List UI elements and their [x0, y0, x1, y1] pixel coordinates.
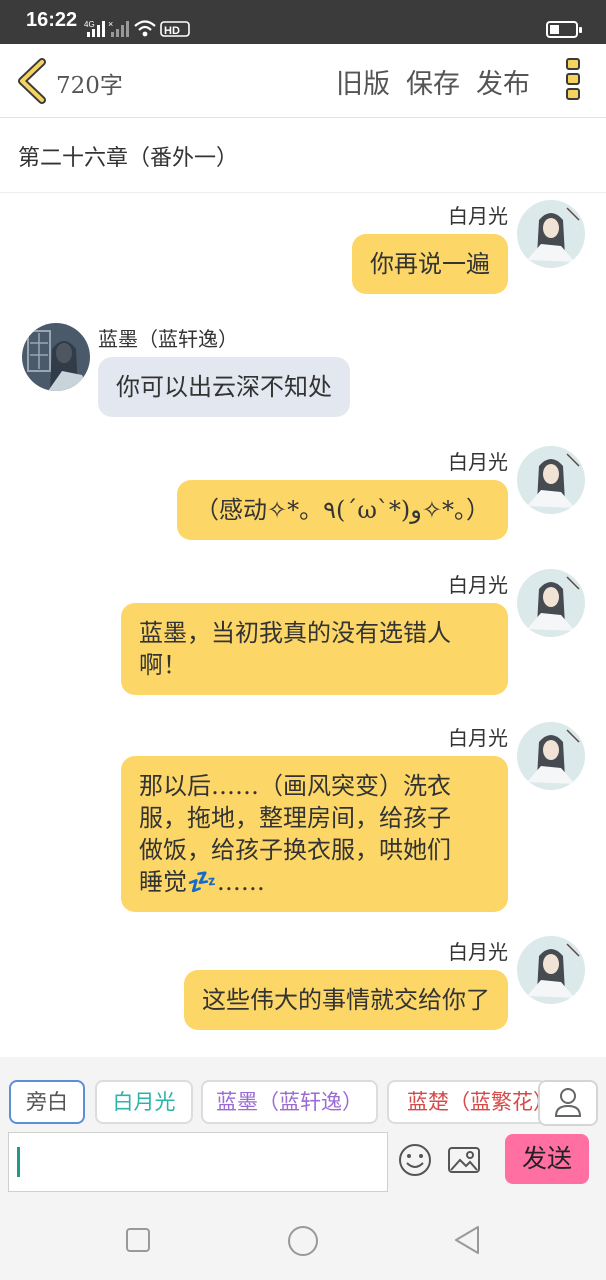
avatar-bai-yueguang[interactable] — [517, 446, 585, 514]
old-version-button[interactable]: 旧版 — [336, 62, 390, 101]
message-line: （感动✧*。٩(ˊωˋ*)و✧*。） — [195, 496, 490, 524]
message-line: 服，拖地，整理房间，给孩子 — [139, 804, 451, 832]
message-bubble[interactable]: 你可以出云深不知处 — [98, 357, 350, 417]
word-count: 720字 — [56, 73, 123, 99]
svg-text:×: × — [108, 20, 113, 29]
message-line: 蓝墨，当初我真的没有选错人 — [139, 619, 451, 647]
message-line: 你再说一遍 — [370, 250, 490, 278]
speaker-name: 蓝墨（蓝轩逸） — [98, 327, 238, 351]
publish-button[interactable]: 发布 — [476, 62, 530, 101]
message-bubble[interactable]: 那以后……（画风突变）洗衣 服，拖地，整理房间，给孩子 做饭，给孩子换衣服，哄她… — [121, 756, 508, 912]
hd-label: HD — [164, 25, 180, 37]
editor-toolbar: 720字 旧版 保存 发布 — [0, 44, 606, 118]
speaker-name: 白月光 — [448, 204, 508, 228]
text-cursor — [17, 1147, 20, 1177]
person-icon — [554, 1088, 582, 1117]
home-icon[interactable] — [286, 1224, 320, 1258]
message-line: 这些伟大的事情就交给你了 — [202, 986, 490, 1014]
character-manage-button[interactable] — [538, 1080, 598, 1126]
chapter-title[interactable]: 第二十六章（番外一） — [18, 140, 238, 172]
character-chip-bai-yueguang[interactable]: 白月光 — [95, 1080, 193, 1124]
message-line: 啊！ — [139, 651, 187, 679]
emoji-icon[interactable] — [397, 1142, 433, 1178]
system-nav-bar — [0, 1200, 606, 1280]
hd-icon: HD — [160, 21, 190, 37]
status-bar: 16:22 4G × HD — [0, 0, 606, 44]
character-chip-narrator[interactable]: 旁白 — [9, 1080, 85, 1124]
message-line: 睡觉💤…… — [139, 868, 265, 896]
recent-apps-icon[interactable] — [124, 1226, 152, 1254]
battery-icon — [546, 21, 582, 38]
speaker-name: 白月光 — [448, 940, 508, 964]
network-label: 4G — [84, 20, 95, 29]
character-chip-lan-chu[interactable]: 蓝楚（蓝繁花） — [387, 1080, 547, 1124]
speaker-name: 白月光 — [448, 450, 508, 474]
more-menu-icon[interactable] — [562, 58, 584, 108]
status-time: 16:22 — [26, 9, 78, 31]
speaker-name: 白月光 — [448, 573, 508, 597]
back-chevron-icon[interactable] — [14, 58, 50, 104]
character-chip-lan-mo[interactable]: 蓝墨（蓝轩逸） — [201, 1080, 378, 1124]
speaker-name: 白月光 — [448, 726, 508, 750]
message-bubble[interactable]: 蓝墨，当初我真的没有选错人 啊！ — [121, 603, 508, 695]
message-input[interactable] — [8, 1132, 388, 1192]
back-icon[interactable] — [452, 1224, 482, 1256]
avatar-bai-yueguang[interactable] — [517, 722, 585, 790]
message-bubble[interactable]: （感动✧*。٩(ˊωˋ*)و✧*。） — [177, 480, 508, 540]
save-button[interactable]: 保存 — [406, 62, 460, 101]
wifi-icon — [134, 20, 156, 37]
message-bubble[interactable]: 你再说一遍 — [352, 234, 508, 294]
message-line: 做饭，给孩子换衣服，哄她们 — [139, 836, 451, 864]
image-icon[interactable] — [446, 1142, 482, 1178]
chapter-header: 第二十六章（番外一） — [0, 118, 606, 193]
signal-icon: 4G — [84, 20, 105, 37]
avatar-bai-yueguang[interactable] — [517, 569, 585, 637]
avatar-lan-mo[interactable] — [22, 323, 90, 391]
message-bubble[interactable]: 这些伟大的事情就交给你了 — [184, 970, 508, 1030]
message-line: 你可以出云深不知处 — [116, 373, 332, 401]
send-button[interactable]: 发送 — [505, 1134, 589, 1184]
avatar-bai-yueguang[interactable] — [517, 936, 585, 1004]
composer: 旁白 白月光 蓝墨（蓝轩逸） 蓝楚（蓝繁花） 发送 — [0, 1057, 606, 1200]
avatar-bai-yueguang[interactable] — [517, 200, 585, 268]
signal-icon-2: × — [108, 20, 129, 37]
message-line: 那以后……（画风突变）洗衣 — [139, 772, 451, 800]
